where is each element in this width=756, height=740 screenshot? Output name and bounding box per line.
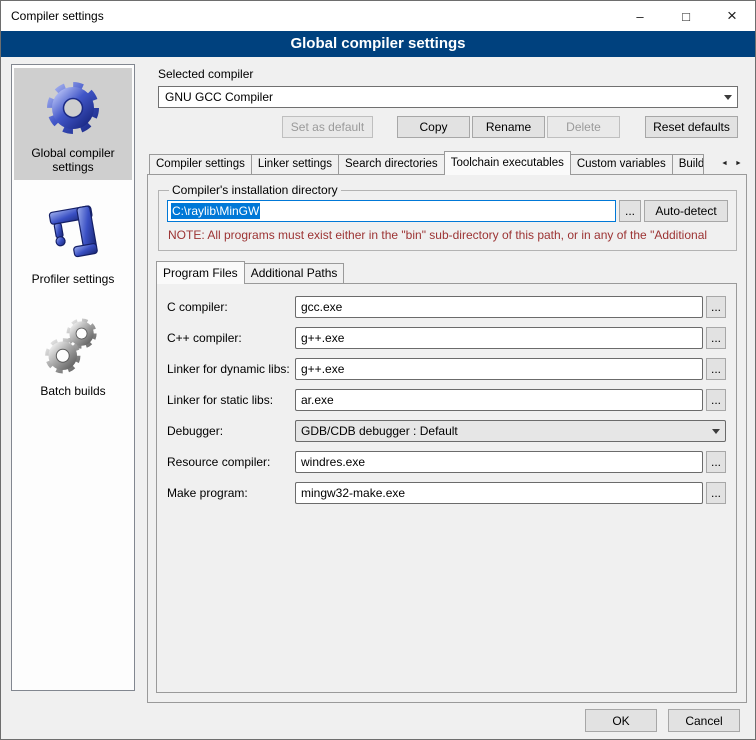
- cpp-compiler-browse-button[interactable]: ...: [706, 327, 726, 349]
- dialog-footer: OK Cancel: [585, 709, 740, 732]
- toolchain-executables-page: Compiler's installation directory C:\ray…: [147, 174, 747, 703]
- gear-blue-icon: [41, 76, 105, 140]
- subtab-additional-paths[interactable]: Additional Paths: [244, 263, 345, 283]
- c-compiler-browse-button[interactable]: ...: [706, 296, 726, 318]
- delete-button[interactable]: Delete: [547, 116, 620, 138]
- make-program-input[interactable]: [295, 482, 703, 504]
- cpp-compiler-input[interactable]: [295, 327, 703, 349]
- auto-detect-button[interactable]: Auto-detect: [644, 200, 728, 222]
- tab-build-truncated[interactable]: Build: [672, 154, 704, 174]
- tab-strip: Compiler settings Linker settings Search…: [147, 151, 747, 174]
- subtab-program-files[interactable]: Program Files: [156, 261, 245, 284]
- sidebar-item-profiler-settings[interactable]: Profiler settings: [14, 194, 132, 292]
- copy-button[interactable]: Copy: [397, 116, 470, 138]
- minimize-icon[interactable]: –: [617, 1, 663, 31]
- linker-static-input[interactable]: [295, 389, 703, 411]
- rename-button[interactable]: Rename: [472, 116, 545, 138]
- installation-directory-input[interactable]: C:\raylib\MinGW: [167, 200, 616, 222]
- main-content: Selected compiler GNU GCC Compiler Set a…: [147, 61, 747, 703]
- chevron-down-icon[interactable]: [718, 87, 737, 107]
- sidebar-item-label: Profiler settings: [32, 272, 115, 286]
- tab-scroll-right-icon[interactable]: ►: [732, 154, 745, 173]
- window-title: Compiler settings: [1, 9, 617, 23]
- debugger-label: Debugger:: [167, 424, 295, 438]
- sidebar-item-label: Global compiler settings: [14, 146, 132, 174]
- linker-static-browse-button[interactable]: ...: [706, 389, 726, 411]
- make-program-label: Make program:: [167, 486, 295, 500]
- bin-subdirectory-note: NOTE: All programs must exist either in …: [168, 228, 726, 242]
- tab-toolchain-executables[interactable]: Toolchain executables: [444, 151, 571, 175]
- settings-category-sidebar: Global compiler settings: [11, 64, 135, 691]
- title-bar: Compiler settings – □ ×: [1, 1, 755, 31]
- sub-tab-strip: Program Files Additional Paths: [156, 261, 746, 283]
- linker-static-label: Linker for static libs:: [167, 393, 295, 407]
- selected-compiler-value: GNU GCC Compiler: [165, 90, 718, 104]
- c-compiler-label: C compiler:: [167, 300, 295, 314]
- chevron-down-icon[interactable]: [706, 421, 725, 441]
- selected-compiler-label: Selected compiler: [158, 67, 747, 82]
- tab-scroll-left-icon[interactable]: ◄: [718, 154, 731, 173]
- compiler-settings-window: Compiler settings – □ × Global compiler …: [0, 0, 756, 740]
- page-title: Global compiler settings: [1, 31, 755, 57]
- installation-directory-group: Compiler's installation directory C:\ray…: [158, 183, 737, 251]
- gears-gray-icon: [41, 314, 105, 378]
- sidebar-item-label: Batch builds: [40, 384, 105, 398]
- selected-compiler-combobox[interactable]: GNU GCC Compiler: [158, 86, 738, 108]
- program-files-page: C compiler: ... C++ compiler: ... Linker…: [156, 283, 737, 693]
- reset-defaults-button[interactable]: Reset defaults: [645, 116, 738, 138]
- debugger-dropdown[interactable]: GDB/CDB debugger : Default: [295, 420, 726, 442]
- c-compiler-input[interactable]: [295, 296, 703, 318]
- linker-dynamic-label: Linker for dynamic libs:: [167, 362, 295, 376]
- ok-button[interactable]: OK: [585, 709, 657, 732]
- sidebar-item-global-compiler-settings[interactable]: Global compiler settings: [14, 68, 132, 180]
- debugger-value: GDB/CDB debugger : Default: [301, 424, 706, 438]
- directory-browse-button[interactable]: ...: [619, 200, 641, 222]
- make-program-browse-button[interactable]: ...: [706, 482, 726, 504]
- sidebar-item-batch-builds[interactable]: Batch builds: [14, 306, 132, 404]
- maximize-icon[interactable]: □: [663, 1, 709, 31]
- installation-directory-label: Compiler's installation directory: [169, 183, 341, 197]
- resource-compiler-label: Resource compiler:: [167, 455, 295, 469]
- cpp-compiler-label: C++ compiler:: [167, 331, 295, 345]
- cancel-button[interactable]: Cancel: [668, 709, 740, 732]
- tab-custom-variables[interactable]: Custom variables: [570, 154, 673, 174]
- close-icon[interactable]: ×: [709, 1, 755, 31]
- tab-search-directories[interactable]: Search directories: [338, 154, 445, 174]
- linker-dynamic-browse-button[interactable]: ...: [706, 358, 726, 380]
- resource-compiler-input[interactable]: [295, 451, 703, 473]
- tab-compiler-settings[interactable]: Compiler settings: [149, 154, 252, 174]
- resource-compiler-browse-button[interactable]: ...: [706, 451, 726, 473]
- linker-dynamic-input[interactable]: [295, 358, 703, 380]
- installation-directory-value: C:\raylib\MinGW: [171, 203, 260, 219]
- set-as-default-button[interactable]: Set as default: [282, 116, 373, 138]
- profiler-clamp-icon: [41, 202, 105, 266]
- tab-linker-settings[interactable]: Linker settings: [251, 154, 339, 174]
- compiler-action-buttons: Set as default Copy Rename Delete Reset …: [158, 116, 738, 138]
- tab-scroll-controls: ◄ ►: [718, 154, 745, 173]
